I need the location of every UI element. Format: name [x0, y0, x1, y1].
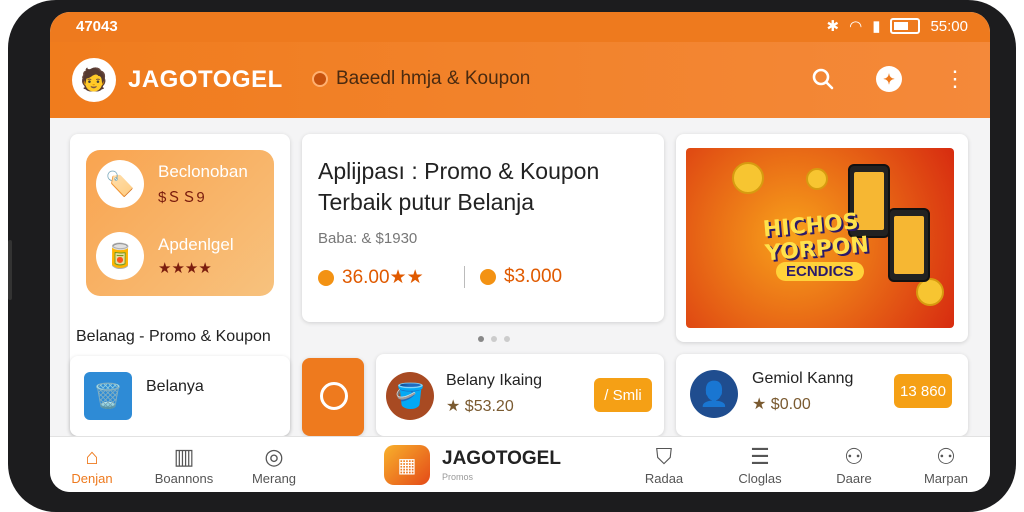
store-icon: ▥	[173, 444, 195, 469]
nav-label: Denjan	[71, 471, 113, 486]
phone-frame: 47043 ✱ ◠ ▮ 55:00 🧑 JAGOTOGEL Baeedl hmj…	[8, 0, 1016, 512]
nav-item-list[interactable]: ☰ Cloglas	[720, 443, 800, 486]
nav-label: Boannons	[154, 471, 214, 486]
nav-item-store[interactable]: ▥ Boannons	[144, 443, 224, 486]
coupon-icon	[320, 382, 348, 410]
nav-label: Daare	[836, 471, 872, 486]
coupon-icon: ◎	[264, 444, 284, 469]
search-icon[interactable]	[808, 64, 838, 94]
divider	[464, 266, 465, 288]
promo-item[interactable]: 🥫 Apdenlgel ★★★★	[96, 232, 234, 280]
coin-icon	[732, 162, 764, 194]
price-value: $3.000	[504, 266, 563, 287]
brand-logo-icon: ▦	[384, 445, 430, 485]
app-subtitle-text: Baeedl hmja & Koupon	[336, 68, 531, 89]
app-bar: 🧑 JAGOTOGEL Baeedl hmja & Koupon ✦ ⋮	[50, 42, 990, 118]
avatar[interactable]: 🧑	[72, 58, 116, 102]
promo-banner-image: HICHOS YORPON ECNDICS	[686, 148, 954, 328]
list-item-price: ★ $0.00	[752, 396, 811, 413]
price-tag: $3.000	[480, 266, 562, 288]
coin-icon	[318, 269, 334, 286]
nav-label: Radaa	[644, 471, 684, 486]
list-item-name: Belany Ikaing	[446, 372, 543, 389]
coupon-icon	[312, 71, 328, 87]
bluetooth-icon: ✱	[826, 18, 840, 35]
status-clock: 55:00	[930, 17, 968, 35]
bin-icon: 🗑️	[84, 372, 132, 420]
coupon-button[interactable]	[302, 358, 364, 436]
banner-card[interactable]: HICHOS YORPON ECNDICS	[676, 134, 968, 342]
profile-icon: ⚇	[936, 444, 956, 469]
promo-item-name: Beclonoban	[158, 161, 248, 181]
product-thumb: 🏷️	[96, 160, 144, 208]
home-icon: ⌂	[85, 444, 99, 469]
nav-label: Merang	[251, 471, 297, 486]
product-thumb: 🥫	[96, 232, 144, 280]
battery-icon	[890, 18, 921, 34]
buy-button[interactable]: 13 860	[894, 374, 952, 408]
side-button	[8, 240, 12, 300]
list-item[interactable]: 👤 Gemiol Kanng ★ $0.00 13 860	[676, 354, 968, 436]
app-title: JAGOTOGEL	[128, 66, 283, 93]
banner-tagline: ECNDICS	[776, 262, 864, 281]
status-icons: ✱ ◠ ▮ 55:00	[826, 17, 968, 36]
phone-illustration	[888, 208, 930, 282]
list-item[interactable]: 🪣 Belany Ikaing ★ $53.20 / Smli	[376, 354, 664, 436]
promo-item-name: Apdenlgel	[158, 235, 234, 254]
carousel-indicator	[478, 336, 510, 342]
price-value: 36.00★★	[342, 267, 424, 288]
user-avatar: 👤	[690, 370, 738, 418]
promo-item-price: $ＳＳ9	[158, 188, 205, 206]
list-icon: ☰	[750, 444, 770, 469]
coin-icon	[480, 269, 496, 285]
hero-card[interactable]: Aplijpası : Promo & Koupon Terbaik putur…	[302, 134, 664, 322]
status-time: 47043	[76, 18, 118, 35]
nav-item-home[interactable]: ⌂ Denjan	[52, 443, 132, 486]
app-subtitle: Baeedl hmja & Koupon	[312, 68, 530, 90]
nav-item-coupon[interactable]: ◎ Merang	[234, 443, 314, 486]
list-item[interactable]: 🗑️ Belanya	[70, 356, 290, 436]
page-dot[interactable]	[491, 336, 497, 342]
hero-label: Baba: & $1930	[318, 230, 418, 247]
list-item-name: Gemiol Kanng	[752, 370, 854, 387]
app-bar-actions: ✦ ⋮	[808, 64, 970, 94]
more-vert-icon[interactable]: ⋮	[940, 64, 970, 94]
page-dot-active[interactable]	[478, 336, 484, 342]
nav-brand-subtitle: Promos	[442, 472, 474, 482]
page-dot[interactable]	[504, 336, 510, 342]
bottom-navigation: ⌂ Denjan ▥ Boannons ◎ Merang ▦ JAGOTOGEL…	[50, 436, 990, 492]
account-icon[interactable]: ✦	[874, 64, 904, 94]
nav-brand-title: JAGOTOGEL	[442, 448, 561, 469]
nav-item-share[interactable]: ⚇ Daare	[814, 443, 894, 486]
bookmark-icon: ⛉	[655, 444, 673, 469]
list-item-name: Belanya	[146, 378, 204, 395]
promo-box: 🏷️ Beclonoban $ＳＳ9 🥫 Apdenlgel ★★★★	[86, 150, 274, 296]
price-tag: 36.00★★	[318, 266, 424, 289]
nav-label: Cloglas	[738, 471, 782, 486]
coin-icon	[806, 168, 828, 190]
nav-brand[interactable]: ▦ JAGOTOGEL Promos	[384, 445, 561, 485]
nav-item-profile[interactable]: ⚇ Marpan	[906, 443, 986, 486]
promo-card-title: Belanag - Promo & Koupon	[76, 328, 271, 345]
nav-item-bookmark[interactable]: ⛉ Radaa	[624, 443, 704, 486]
promo-item-price: ★★★★	[158, 260, 212, 277]
coin-icon	[916, 278, 944, 306]
promo-item[interactable]: 🏷️ Beclonoban $ＳＳ9	[96, 160, 248, 208]
nav-label: Marpan	[923, 471, 969, 486]
person-icon: ⚇	[844, 444, 864, 469]
hero-title: Aplijpası : Promo & Koupon Terbaik putur…	[318, 158, 600, 215]
list-item-price: ★ $53.20	[446, 398, 514, 415]
jar-icon: 🪣	[386, 372, 434, 420]
buy-button[interactable]: / Smli	[594, 378, 652, 412]
signal-icon: ▮	[872, 18, 881, 35]
banner-headline: HICHOS YORPON	[762, 209, 870, 267]
screen: 47043 ✱ ◠ ▮ 55:00 🧑 JAGOTOGEL Baeedl hmj…	[50, 12, 990, 492]
wifi-icon: ◠	[849, 18, 863, 35]
status-bar: 47043 ✱ ◠ ▮ 55:00	[50, 12, 990, 42]
